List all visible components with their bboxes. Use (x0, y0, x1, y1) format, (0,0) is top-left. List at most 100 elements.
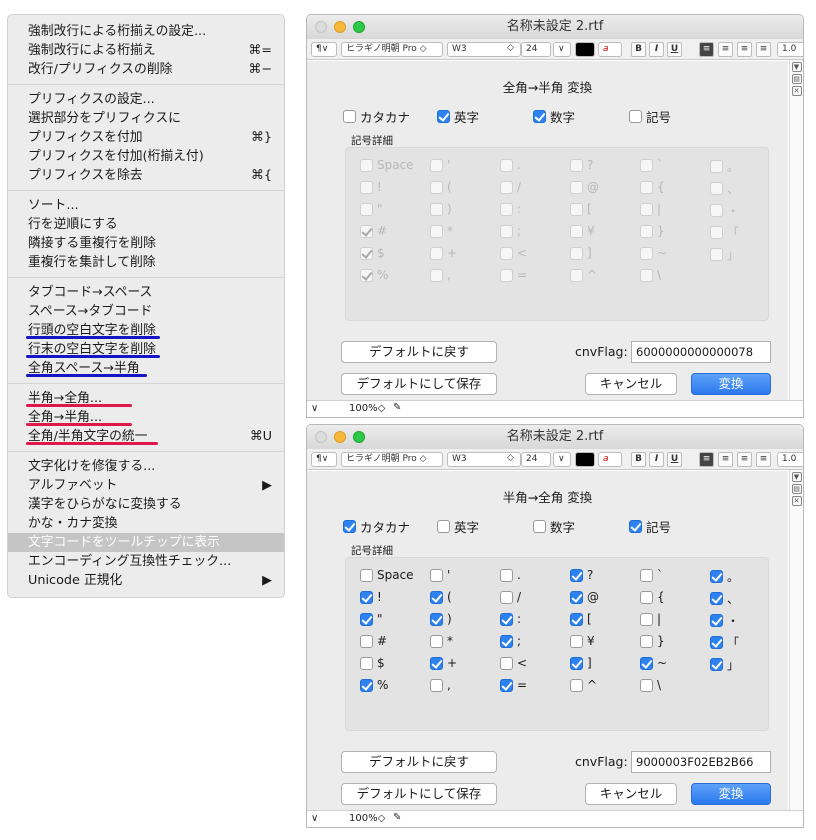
symbol-checkbox[interactable]: ; (500, 634, 521, 648)
align-right-button[interactable]: ≡ (737, 42, 752, 57)
cnvflag-field[interactable]: 6000000000000078 (631, 341, 771, 363)
symbol-checkbox[interactable]: 。 (710, 568, 739, 585)
menu-item[interactable]: Unicode 正規化 ▶ (8, 571, 284, 590)
symbol-checkbox[interactable]: < (500, 656, 527, 670)
checkbox[interactable] (500, 568, 513, 582)
save-default-button[interactable]: デフォルトにして保存 (341, 373, 497, 395)
default-button[interactable]: デフォルトに戻す (341, 751, 497, 773)
menu-item[interactable]: 行頭の空白文字を削除 (8, 321, 284, 340)
menu-item[interactable]: 行末の空白文字を削除 (8, 340, 284, 359)
symbol-checkbox[interactable]: ! (360, 590, 382, 604)
checkbox[interactable] (500, 590, 513, 604)
minimize-button[interactable] (334, 431, 346, 443)
zoom-level[interactable]: 100%◇ (349, 403, 385, 414)
vertical-scrollbar[interactable]: ▼ ▤ ✕ (789, 470, 803, 810)
category-checkbox[interactable]: カタカナ (343, 107, 410, 126)
menu-item[interactable]: エンコーディング互換性チェック... (8, 552, 284, 571)
checkbox[interactable] (360, 656, 373, 670)
checkbox[interactable] (640, 634, 653, 648)
menu-item[interactable]: 全角スペース→半角 (8, 359, 284, 378)
menu-item[interactable]: プリフィクスを付加 ⌘} (8, 128, 284, 147)
checkbox[interactable] (500, 612, 513, 626)
checkbox[interactable] (570, 678, 583, 692)
font-size-field[interactable]: 24 (521, 452, 551, 467)
symbol-checkbox[interactable]: * (430, 634, 453, 648)
stepper-icon[interactable]: ◇ (507, 43, 514, 53)
default-button[interactable]: デフォルトに戻す (341, 341, 497, 363)
symbol-checkbox[interactable]: # (360, 634, 387, 648)
close-pane-icon[interactable]: ✕ (791, 496, 802, 506)
background-color-well[interactable]: a (598, 42, 622, 57)
symbol-checkbox[interactable]: ( (430, 590, 452, 604)
symbol-checkbox[interactable]: ・ (710, 612, 739, 629)
text-color-well[interactable] (575, 452, 595, 467)
menu-item[interactable]: プリフィクスの設定... (8, 90, 284, 109)
symbol-checkbox[interactable]: ¥ (570, 634, 595, 648)
symbol-checkbox[interactable]: ) (430, 612, 452, 626)
menu-item[interactable]: 文字化けを修復する... (8, 457, 284, 476)
checkbox[interactable] (437, 520, 450, 533)
checkbox[interactable] (430, 568, 443, 582)
checkbox[interactable] (640, 678, 653, 692)
symbol-checkbox[interactable]: ` (640, 568, 663, 582)
category-checkbox[interactable]: 数字 (533, 107, 575, 126)
paragraph-style-button[interactable]: ¶∨ (311, 42, 337, 57)
align-center-button[interactable]: ≡ (718, 42, 733, 57)
checkbox[interactable] (430, 656, 443, 670)
align-left-button[interactable]: ≡ (699, 452, 714, 467)
checkbox[interactable] (360, 678, 373, 692)
checkbox[interactable] (640, 568, 653, 582)
checkbox[interactable] (500, 678, 513, 692)
minimize-button[interactable] (334, 21, 346, 33)
scroll-toggle-icon[interactable]: ∨ (311, 813, 318, 824)
category-checkbox[interactable]: 英字 (437, 107, 479, 126)
symbol-checkbox[interactable]: | (640, 612, 661, 626)
symbol-checkbox[interactable]: ' (430, 568, 450, 582)
checkbox[interactable] (629, 110, 642, 123)
align-left-button[interactable]: ≡ (699, 42, 714, 57)
collapse-icon[interactable]: ▼ (791, 62, 802, 72)
checkbox[interactable] (640, 612, 653, 626)
symbol-checkbox[interactable]: \ (640, 678, 661, 692)
font-size-dropdown[interactable]: ∨ (553, 42, 571, 57)
menu-item[interactable]: 全角→半角... (8, 408, 284, 427)
menu-item[interactable]: 文字コードをツールチップに表示 (8, 533, 284, 552)
checkbox[interactable] (710, 636, 723, 649)
symbol-checkbox[interactable]: " (360, 612, 383, 626)
bold-button[interactable]: B (631, 42, 646, 57)
symbol-checkbox[interactable]: ? (570, 568, 593, 582)
symbol-checkbox[interactable]: / (500, 590, 521, 604)
menu-item[interactable]: 漢字をひらがなに変換する (8, 495, 284, 514)
checkbox[interactable] (430, 612, 443, 626)
convert-button[interactable]: 変換 (691, 783, 771, 805)
line-spacing-select[interactable]: 1.0 (777, 42, 803, 57)
checkbox[interactable] (710, 658, 723, 671)
align-justify-button[interactable]: ≡ (756, 452, 771, 467)
menu-item[interactable]: 選択部分をプリフィクスに (8, 109, 284, 128)
zoom-level[interactable]: 100%◇ (349, 813, 385, 824)
menu-item[interactable]: スペース→タブコード (8, 302, 284, 321)
underline-button[interactable]: U (667, 42, 682, 57)
symbol-checkbox[interactable]: $ (360, 656, 385, 670)
checkbox[interactable] (629, 520, 642, 533)
checkbox[interactable] (360, 590, 373, 604)
category-checkbox[interactable]: 記号 (629, 107, 671, 126)
checkbox[interactable] (570, 612, 583, 626)
checkbox[interactable] (360, 568, 373, 582)
menu-item[interactable]: 強制改行による桁揃え ⌘= (8, 41, 284, 60)
collapse-icon[interactable]: ▼ (791, 472, 802, 482)
checkbox[interactable] (640, 590, 653, 604)
zoom-button[interactable] (353, 431, 365, 443)
menu-item[interactable]: 改行/プリフィクスの削除 ⌘− (8, 60, 284, 79)
menu-item[interactable]: タブコード→スペース (8, 283, 284, 302)
align-center-button[interactable]: ≡ (718, 452, 733, 467)
align-justify-button[interactable]: ≡ (756, 42, 771, 57)
checkbox[interactable] (710, 570, 723, 583)
checkbox[interactable] (570, 656, 583, 670)
font-size-dropdown[interactable]: ∨ (553, 452, 571, 467)
font-family-select[interactable]: ヒラギノ明朝 Pro ◇ (341, 452, 443, 467)
category-checkbox[interactable]: 数字 (533, 517, 575, 536)
save-default-button[interactable]: デフォルトにして保存 (341, 783, 497, 805)
symbol-checkbox[interactable]: { (640, 590, 665, 604)
cancel-button[interactable]: キャンセル (585, 373, 677, 395)
